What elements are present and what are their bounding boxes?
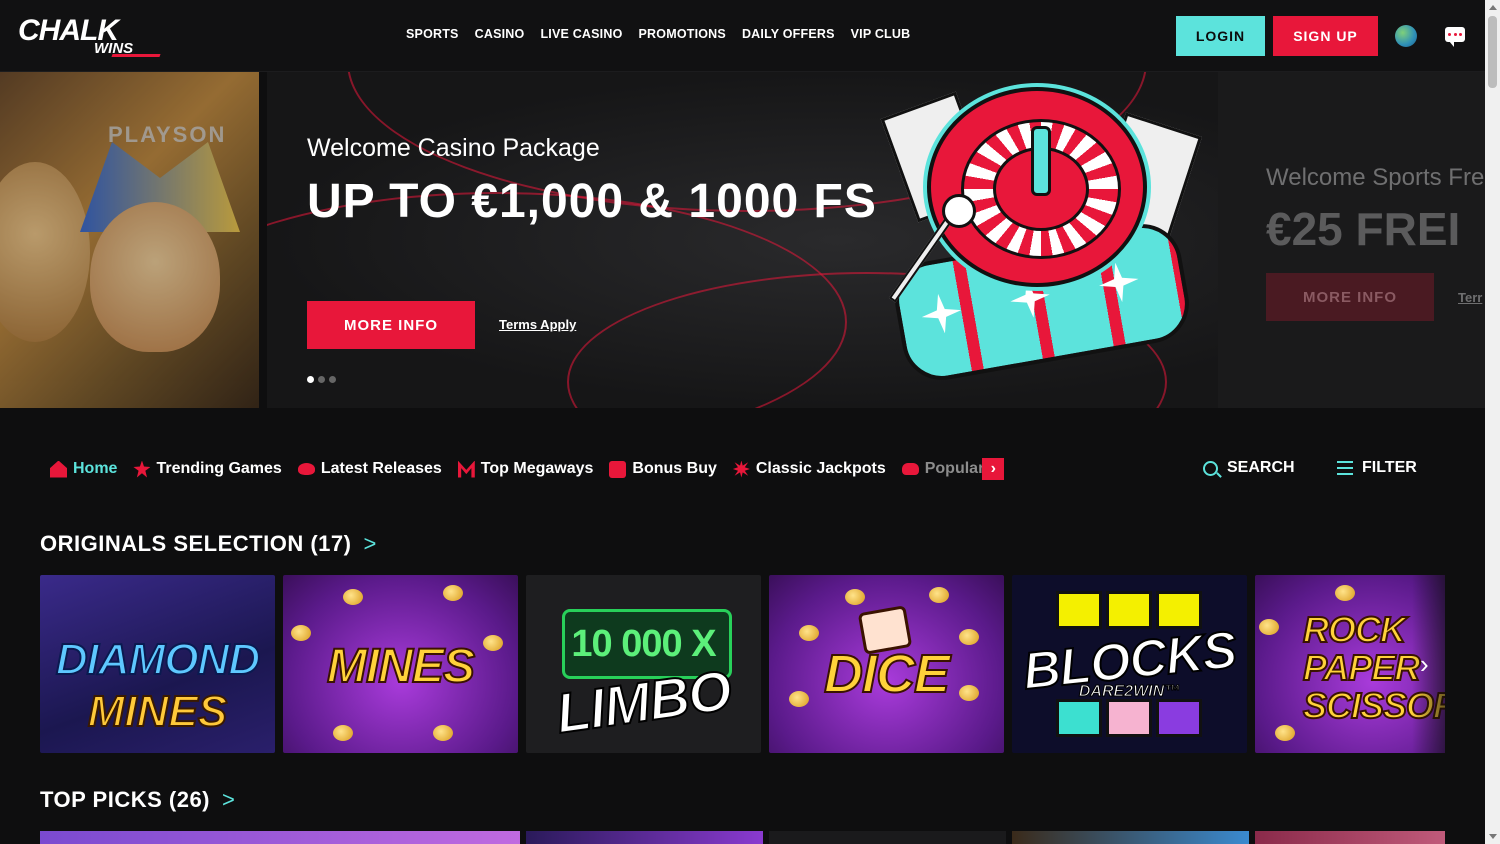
top-header: CHALK WINS SPORTS CASINO LIVE CASINO PRO… <box>0 0 1485 72</box>
scroll-up-arrow-icon[interactable] <box>1489 5 1497 10</box>
lips-icon <box>297 463 315 475</box>
terms-link[interactable]: Terms Apply <box>499 317 576 332</box>
section-title-originals[interactable]: ORIGINALS SELECTION (17) > <box>40 531 377 557</box>
tab-trending-games[interactable]: Trending Games <box>133 460 282 478</box>
section-title-text: TOP PICKS (26) <box>40 787 211 812</box>
tab-latest-releases[interactable]: Latest Releases <box>297 460 442 478</box>
check-icon <box>609 460 627 478</box>
scroll-down-arrow-icon[interactable] <box>1489 834 1497 839</box>
tab-label: Top Megaways <box>480 460 594 477</box>
game-title-line2: MINES <box>87 686 228 737</box>
originals-game-row: DIAMOND MINES MINES 10 000 X LIMBO DICE … <box>40 575 1445 753</box>
megaways-icon <box>457 460 475 478</box>
game-tile[interactable] <box>40 831 520 844</box>
star-icon <box>133 460 151 478</box>
game-title: MINES <box>326 639 476 694</box>
nav-casino[interactable]: CASINO <box>475 27 525 41</box>
nav-sports[interactable]: SPORTS <box>406 27 459 41</box>
nav-live-casino[interactable]: LIVE CASINO <box>540 27 622 41</box>
hero-prev-slide[interactable]: PLAYSON <box>0 72 259 408</box>
tab-bonus-buy[interactable]: Bonus Buy <box>609 460 717 478</box>
section-title-text: ORIGINALS SELECTION (17) <box>40 531 352 556</box>
search-button[interactable]: SEARCH <box>1203 459 1295 477</box>
burst-icon <box>732 460 750 478</box>
tab-label: Popular <box>924 460 985 477</box>
logo-underline <box>111 54 161 57</box>
game-title: DIAMOND <box>55 635 261 684</box>
hero-next-slide[interactable]: Welcome Sports Fre €25 FREI MORE INFO Te… <box>1218 72 1485 408</box>
chevron-right-icon: > <box>363 531 377 556</box>
next-slide-subtitle: Welcome Sports Fre <box>1266 164 1485 191</box>
tab-popular[interactable]: Popular <box>901 460 985 478</box>
nav-daily-offers[interactable]: DAILY OFFERS <box>742 27 835 41</box>
tab-home[interactable]: Home <box>50 460 117 478</box>
next-slide-headline: €25 FREI <box>1266 203 1461 255</box>
game-tile-mines[interactable]: MINES <box>283 575 518 753</box>
tab-label: Trending Games <box>156 460 282 477</box>
section-title-top-picks[interactable]: TOP PICKS (26) > <box>40 787 235 813</box>
login-button[interactable]: LOGIN <box>1176 16 1265 56</box>
carousel-dot-3[interactable] <box>329 376 336 383</box>
gamepad-icon <box>901 463 919 475</box>
chat-icon[interactable] <box>1445 27 1465 47</box>
tab-label: Classic Jackpots <box>755 460 886 477</box>
tab-label: Bonus Buy <box>632 460 717 477</box>
game-tile[interactable] <box>769 831 1006 844</box>
hero-subtitle: Welcome Casino Package <box>307 134 600 162</box>
chalkwins-logo[interactable]: CHALK WINS <box>18 14 161 58</box>
filter-label: FILTER <box>1362 459 1417 476</box>
carousel-dot-1[interactable] <box>307 376 314 383</box>
globe-icon[interactable] <box>1395 25 1417 47</box>
nav-vip-club[interactable]: VIP CLUB <box>851 27 911 41</box>
row-scroll-next[interactable]: › <box>1412 575 1445 753</box>
scrollbar-thumb[interactable] <box>1488 16 1497 88</box>
game-subtitle: DARE2WIN™ <box>1078 683 1181 701</box>
game-tile-dice[interactable]: DICE <box>769 575 1004 753</box>
sliders-icon <box>1337 461 1353 475</box>
filter-button[interactable]: FILTER <box>1337 459 1417 477</box>
search-label: SEARCH <box>1227 459 1295 476</box>
home-icon <box>50 460 67 478</box>
game-tile-diamond-mines[interactable]: DIAMOND MINES <box>40 575 275 753</box>
hero-banner: Welcome Casino Package UP TO €1,000 & 10… <box>267 72 1218 408</box>
character-art <box>0 162 90 342</box>
roulette-wheel-art <box>927 87 1147 287</box>
tab-classic-jackpots[interactable]: Classic Jackpots <box>732 460 886 478</box>
jester-face-art <box>90 202 220 352</box>
lever-knob-art <box>942 194 976 228</box>
page-scrollbar[interactable] <box>1485 0 1500 844</box>
game-title: DICE <box>823 643 951 705</box>
main-nav: SPORTS CASINO LIVE CASINO PROMOTIONS DAI… <box>406 27 910 41</box>
chevron-right-icon: › <box>1420 649 1429 679</box>
game-tile[interactable] <box>1012 831 1249 844</box>
roulette-illustration <box>857 82 1207 402</box>
tab-label: Home <box>73 460 118 477</box>
hero-headline: UP TO €1,000 & 1000 FS <box>307 175 877 228</box>
search-icon <box>1203 460 1218 476</box>
game-tile-limbo[interactable]: 10 000 X LIMBO <box>526 575 761 753</box>
tab-label: Latest Releases <box>320 460 442 477</box>
carousel-dots <box>307 376 336 383</box>
chevron-right-icon[interactable]: › <box>982 458 1005 480</box>
game-tile-blocks[interactable]: BLOCKS DARE2WIN™ <box>1012 575 1247 753</box>
more-info-button[interactable]: MORE INFO <box>307 301 475 349</box>
category-tabs: Home Trending Games Latest Releases Top … <box>50 456 1005 482</box>
tab-top-megaways[interactable]: Top Megaways <box>457 460 594 478</box>
carousel-dot-2[interactable] <box>318 376 325 383</box>
nav-promotions[interactable]: PROMOTIONS <box>639 27 726 41</box>
chevron-right-icon: > <box>222 787 236 812</box>
game-tile[interactable] <box>526 831 763 844</box>
game-tile[interactable] <box>1255 831 1445 844</box>
signup-button[interactable]: SIGN UP <box>1273 16 1378 56</box>
top-picks-game-row <box>40 831 1445 844</box>
next-slide-terms-link: Terr <box>1458 290 1483 305</box>
next-slide-more-info-button: MORE INFO <box>1266 273 1434 321</box>
provider-logo: PLAYSON <box>108 122 227 147</box>
sparkle-icon <box>918 290 964 336</box>
